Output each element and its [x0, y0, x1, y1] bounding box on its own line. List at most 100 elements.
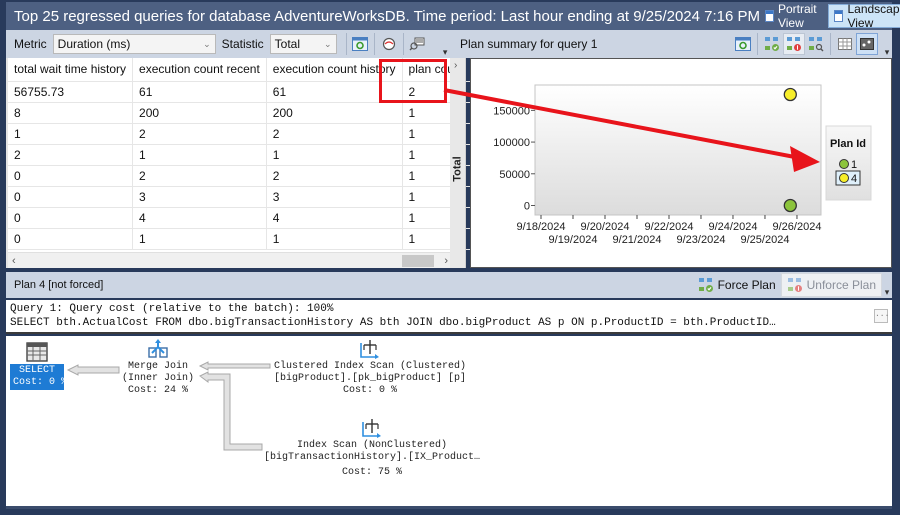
table-cell: 1	[266, 228, 403, 250]
legend-marker-plan-4	[839, 173, 849, 183]
x-tick-label: 9/19/2024	[549, 234, 598, 246]
table-cell: 200	[266, 102, 403, 124]
query-sql-line: SELECT bth.ActualCost FROM dbo.bigTransa…	[10, 317, 776, 329]
unforce-plan-label: Unforce Plan	[806, 278, 876, 292]
scrollbar-thumb[interactable]	[402, 255, 434, 267]
data-point-plan-4	[783, 87, 797, 102]
toolbar-separator	[374, 33, 376, 55]
expand-query-button[interactable]: ...	[874, 309, 889, 323]
toolbar-separator	[402, 33, 404, 55]
grid-view-button[interactable]	[834, 33, 856, 55]
x-tick-label: 9/24/2024	[709, 221, 758, 233]
table-cell: 4	[266, 207, 403, 229]
refresh-icon	[735, 37, 751, 51]
statistic-select[interactable]: Total ⌄	[269, 34, 337, 54]
table-cell: 0	[8, 186, 134, 208]
view-query-text-button[interactable]	[407, 33, 429, 55]
y-tick-label: 100000	[493, 137, 530, 149]
query-grid-pane: Metric Duration (ms) ⌄ Statistic Total ⌄	[6, 30, 471, 268]
query-text-box: Query 1: Query cost (relative to the bat…	[6, 300, 892, 334]
x-tick-label: 9/26/2024	[773, 221, 822, 233]
unforce-plan-button[interactable]: Unforce Plan	[780, 273, 882, 297]
table-cell: 2	[132, 165, 267, 187]
plan-summary-title: Plan summary for query 1	[460, 37, 598, 51]
portrait-view-label: Portrait View	[777, 2, 817, 30]
x-tick-label: 9/21/2024	[613, 234, 662, 246]
track-query-button[interactable]	[378, 33, 400, 55]
compare-plans-button[interactable]	[805, 33, 827, 55]
chevron-down-icon: ⌄	[203, 38, 211, 49]
force-plan-label: Force Plan	[717, 278, 776, 292]
plan-node-title: Merge Join	[127, 361, 188, 372]
pane-collapse-strip[interactable]: › Total	[450, 58, 466, 268]
plan-node-title: SELECT	[18, 365, 55, 376]
plot-area	[534, 84, 822, 216]
left-toolbar: Metric Duration (ms) ⌄ Statistic Total ⌄	[6, 30, 450, 58]
table-row[interactable]: 0111	[8, 228, 471, 250]
table-row[interactable]: 1221	[8, 123, 471, 145]
landscape-view-label: Landscape View	[847, 2, 900, 30]
toolbar-separator	[757, 33, 758, 55]
grid-view-icon	[838, 38, 852, 50]
unforce-plan-toolbar-button[interactable]	[783, 33, 805, 55]
unforce-plan-icon	[787, 278, 802, 292]
legend-label: 4	[851, 173, 857, 185]
y-tick-label: 0	[524, 200, 530, 212]
clustered-index-scan-icon	[360, 340, 379, 359]
toolbar-overflow-icon[interactable]: ▾	[440, 47, 450, 58]
table-cell: 1	[132, 228, 267, 250]
column-header[interactable]: execution count recent	[132, 58, 267, 82]
plan-node-object: [bigTransactionHistory].[IX_Product…	[263, 452, 481, 463]
plan-node-clustered-index-scan[interactable]: Clustered Index Scan (Clustered) [bigPro…	[270, 339, 470, 397]
y-tick-label: 50000	[499, 169, 530, 181]
select-result-icon	[26, 342, 48, 362]
y-axis: 0 50000 100000 150000	[493, 105, 535, 212]
metric-value: Duration (ms)	[57, 37, 131, 51]
landscape-view-button[interactable]: Landscape View	[827, 2, 900, 30]
refresh-button[interactable]	[732, 33, 754, 55]
statistic-label: Statistic	[221, 37, 264, 51]
execution-plan-diagram: SELECT Cost: 0 % Merge Join (Inner Join)…	[6, 336, 892, 506]
scroll-right-icon[interactable]: ›	[444, 255, 448, 267]
toolbar-overflow-icon[interactable]: ▾	[882, 287, 892, 298]
table-cell: 200	[132, 102, 267, 124]
right-toolbar: Plan summary for query 1 ▾	[450, 30, 892, 58]
table-cell: 2	[266, 123, 403, 145]
metric-select[interactable]: Duration (ms) ⌄	[52, 34, 216, 54]
track-query-icon	[382, 37, 395, 51]
table-cell: 4	[132, 207, 267, 229]
table-row[interactable]: 0441	[8, 207, 471, 229]
table-row[interactable]: 2111	[8, 144, 471, 166]
plan-node-title: Index Scan (NonClustered)	[296, 440, 448, 451]
plan-node-cost: Cost: 24 %	[127, 385, 188, 396]
refresh-button[interactable]	[350, 33, 372, 55]
plan-node-label: SELECT Cost: 0 %	[10, 364, 67, 390]
plan-node-merge-join[interactable]: Merge Join (Inner Join) Cost: 24 %	[120, 339, 196, 397]
chevron-right-icon[interactable]: ›	[454, 60, 457, 71]
statistic-value: Total	[274, 37, 301, 51]
horizontal-scrollbar[interactable]: ‹ ›	[8, 252, 452, 268]
x-tick-label: 9/23/2024	[677, 234, 726, 246]
table-row[interactable]: 8 200 200 1	[8, 102, 471, 124]
x-tick-label: 9/18/2024	[517, 221, 566, 233]
legend-marker-plan-1	[839, 159, 849, 169]
plan-node-select[interactable]: SELECT Cost: 0 %	[10, 342, 67, 390]
chart-view-icon	[860, 38, 874, 50]
table-cell: 1	[132, 144, 267, 166]
force-plan-toolbar-button[interactable]	[761, 33, 783, 55]
landscape-view-icon	[833, 10, 844, 22]
force-plan-icon	[765, 37, 779, 51]
plan-arrow	[66, 364, 120, 376]
plan-node-index-scan[interactable]: Index Scan (NonClustered) [bigTransactio…	[260, 418, 484, 479]
force-plan-button[interactable]: Force Plan	[693, 273, 781, 297]
portrait-view-button[interactable]: Portrait View	[760, 2, 826, 30]
table-row[interactable]: 0221	[8, 165, 471, 187]
table-row[interactable]: 0331	[8, 186, 471, 208]
legend: Plan Id 1 4	[825, 125, 872, 201]
legend-title: Plan Id	[830, 138, 866, 150]
column-header[interactable]: total wait time history	[8, 58, 134, 82]
toolbar-separator	[345, 33, 347, 55]
scroll-left-icon[interactable]: ‹	[8, 255, 16, 267]
toolbar-overflow-icon[interactable]: ▾	[882, 47, 892, 58]
chart-view-button[interactable]	[856, 33, 878, 55]
